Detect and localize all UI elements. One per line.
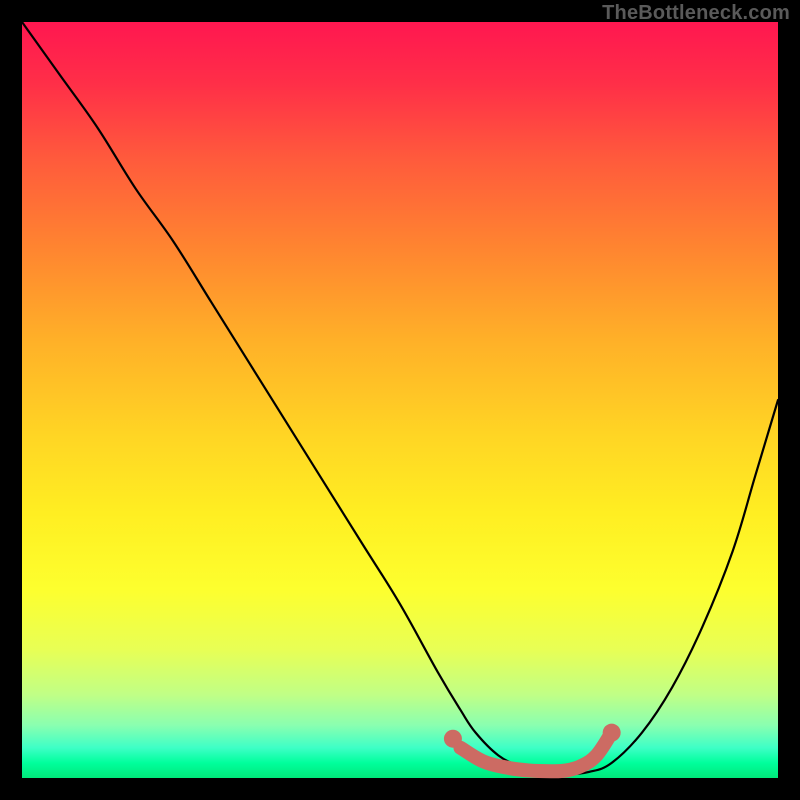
curve-path (22, 22, 778, 774)
chart-canvas: TheBottleneck.com (0, 0, 800, 800)
plot-area (22, 22, 778, 778)
highlight-path (460, 733, 611, 772)
watermark-text: TheBottleneck.com (602, 2, 790, 25)
highlight-dot-right (603, 724, 621, 742)
chart-svg (22, 22, 778, 778)
highlight-dot-left (444, 730, 462, 748)
